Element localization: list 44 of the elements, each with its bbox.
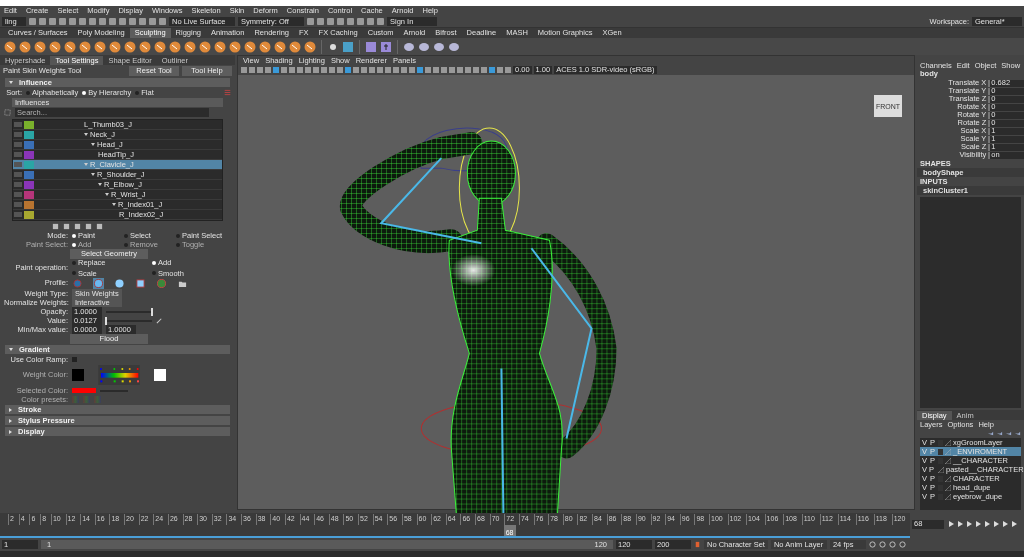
sculpt-brush-icon[interactable] [79, 40, 91, 53]
sculpt-brush-icon[interactable] [274, 40, 286, 53]
sculpt-brush-icon[interactable] [4, 40, 16, 53]
ramp-start-swatch[interactable] [72, 369, 84, 381]
sculpt-brush-icon[interactable] [109, 40, 121, 53]
sculpt-brush-icon[interactable] [244, 40, 256, 53]
eyedropper-icon[interactable] [156, 317, 163, 324]
brush-icon[interactable] [365, 40, 377, 53]
sculpt-brush-icon[interactable] [19, 40, 31, 53]
paint-tool-icon[interactable] [448, 40, 460, 53]
paint-tool-icon[interactable] [433, 40, 445, 53]
sculpt-brush-icon[interactable] [214, 40, 226, 53]
sculpt-brush-icon[interactable] [94, 40, 106, 53]
key-icon[interactable] [694, 541, 701, 548]
color-preset-swatch[interactable] [83, 396, 90, 403]
sculpt-brush-icon[interactable] [154, 40, 166, 53]
grid-icon[interactable] [342, 40, 354, 53]
brush-profile-button[interactable] [114, 277, 125, 289]
paint-tool-icon[interactable] [403, 40, 415, 53]
sculpt-brush-icon[interactable] [124, 40, 136, 53]
sculpt-brush-icon[interactable] [64, 40, 76, 53]
selected-color-swatch[interactable] [72, 388, 96, 393]
sculpt-brush-icon[interactable] [49, 40, 61, 53]
paint-tool-icon[interactable] [418, 40, 430, 53]
use-color-ramp-checkbox[interactable] [72, 357, 77, 362]
wireframe-figure-drawing[interactable] [340, 127, 617, 515]
sculpt-brush-icon[interactable] [289, 40, 301, 53]
sculpt-brush-icon[interactable] [34, 40, 46, 53]
sculpt-brush-icon[interactable] [259, 40, 271, 53]
ramp-end-swatch[interactable] [154, 369, 166, 381]
sculpt-brush-icon[interactable] [304, 40, 316, 53]
brush-profile-button[interactable] [135, 277, 146, 289]
sculpt-brush-icon[interactable] [139, 40, 151, 53]
brush-profile-button[interactable] [93, 277, 104, 289]
figure-icon[interactable] [380, 40, 392, 53]
sculpt-brush-icon[interactable] [184, 40, 196, 53]
sort-icon[interactable] [224, 89, 231, 96]
sculpt-brush-icon[interactable] [169, 40, 181, 53]
sculpt-brush-icon[interactable] [229, 40, 241, 53]
sculpt-brush-icon[interactable] [199, 40, 211, 53]
expand-icon[interactable] [4, 109, 11, 116]
color-preset-swatch[interactable] [94, 396, 101, 403]
value-slider-thumb[interactable] [105, 316, 108, 325]
color-preset-swatch[interactable] [72, 396, 79, 403]
